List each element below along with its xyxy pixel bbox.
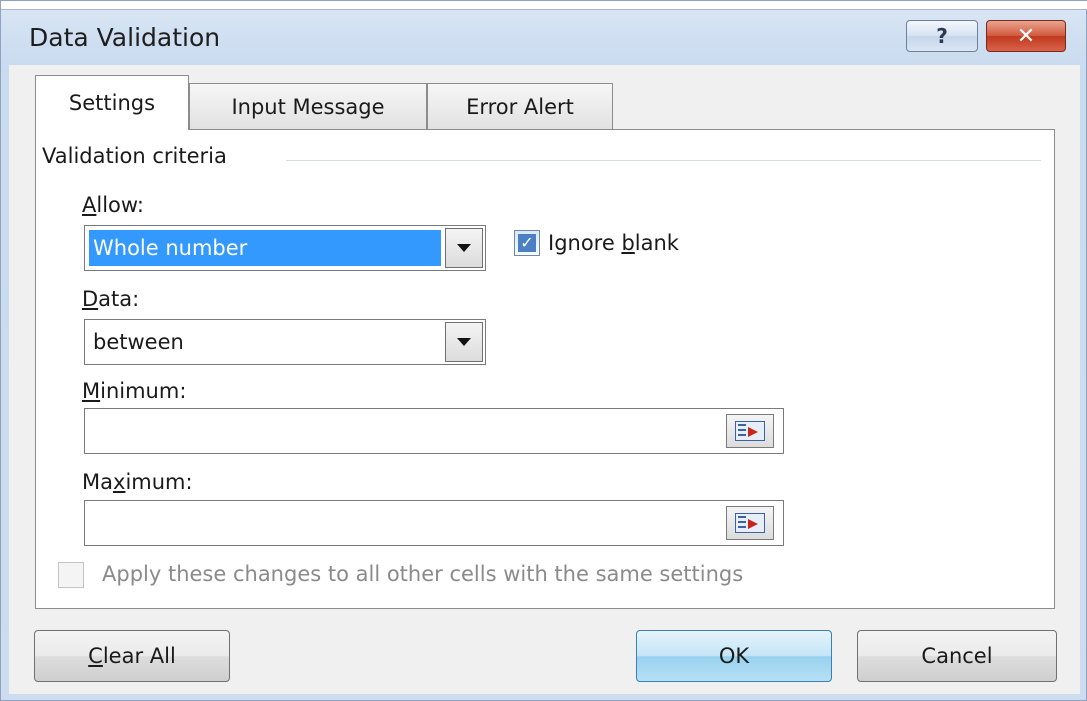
ok-label: OK bbox=[718, 644, 750, 668]
allow-dropdown-button[interactable] bbox=[445, 228, 483, 268]
minimum-label: Minimum: bbox=[82, 379, 187, 403]
maximum-label: Maximum: bbox=[82, 470, 193, 494]
group-divider bbox=[286, 160, 1041, 161]
minimum-input[interactable] bbox=[84, 408, 784, 454]
data-dropdown-button[interactable] bbox=[445, 322, 483, 362]
maximum-range-picker-button[interactable] bbox=[726, 506, 774, 540]
data-validation-dialog: Data Validation ? ✕ Settings Input Messa… bbox=[0, 0, 1087, 701]
ignore-blank-label[interactable]: Ignore blank bbox=[548, 231, 679, 255]
dialog-body: Settings Input Message Error Alert Valid… bbox=[9, 65, 1080, 694]
data-select[interactable]: between bbox=[84, 319, 486, 365]
close-button[interactable]: ✕ bbox=[986, 20, 1066, 52]
data-value: between bbox=[93, 330, 184, 354]
clear-all-button[interactable]: Clear All bbox=[34, 630, 230, 682]
range-select-icon bbox=[735, 513, 765, 533]
tab-input-message[interactable]: Input Message bbox=[189, 83, 427, 129]
maximum-input[interactable] bbox=[84, 500, 784, 546]
tab-label: Settings bbox=[68, 91, 156, 115]
apply-all-checkbox[interactable] bbox=[58, 562, 84, 588]
allow-label: Allow: bbox=[82, 193, 144, 217]
clear-all-accel: C bbox=[88, 644, 103, 668]
tab-label: Input Message bbox=[231, 94, 385, 119]
apply-all-label: Apply these changes to all other cells w… bbox=[102, 562, 744, 586]
settings-panel: Validation criteria Allow: Whole number … bbox=[35, 129, 1055, 609]
help-button[interactable]: ? bbox=[906, 20, 978, 52]
chevron-down-icon bbox=[457, 338, 471, 346]
check-icon: ✓ bbox=[518, 234, 536, 252]
help-icon: ? bbox=[936, 24, 948, 48]
range-select-icon bbox=[735, 421, 765, 441]
clear-all-label: lear All bbox=[102, 644, 176, 668]
ignore-blank-checkbox[interactable]: ✓ bbox=[514, 230, 540, 256]
cancel-button[interactable]: Cancel bbox=[857, 630, 1057, 682]
chevron-down-icon bbox=[457, 244, 471, 252]
minimum-range-picker-button[interactable] bbox=[726, 414, 774, 448]
data-label: Data: bbox=[82, 287, 140, 311]
allow-value: Whole number bbox=[89, 230, 441, 266]
ok-button[interactable]: OK bbox=[636, 630, 832, 682]
dialog-title: Data Validation bbox=[29, 23, 221, 52]
cancel-label: Cancel bbox=[921, 644, 993, 668]
close-icon: ✕ bbox=[1016, 23, 1036, 49]
allow-select[interactable]: Whole number bbox=[84, 225, 486, 271]
tab-label: Error Alert bbox=[466, 94, 574, 119]
title-bar[interactable]: Data Validation ? ✕ bbox=[1, 9, 1087, 65]
tab-settings[interactable]: Settings bbox=[35, 75, 189, 130]
group-title: Validation criteria bbox=[42, 144, 239, 168]
tab-error-alert[interactable]: Error Alert bbox=[427, 83, 613, 129]
